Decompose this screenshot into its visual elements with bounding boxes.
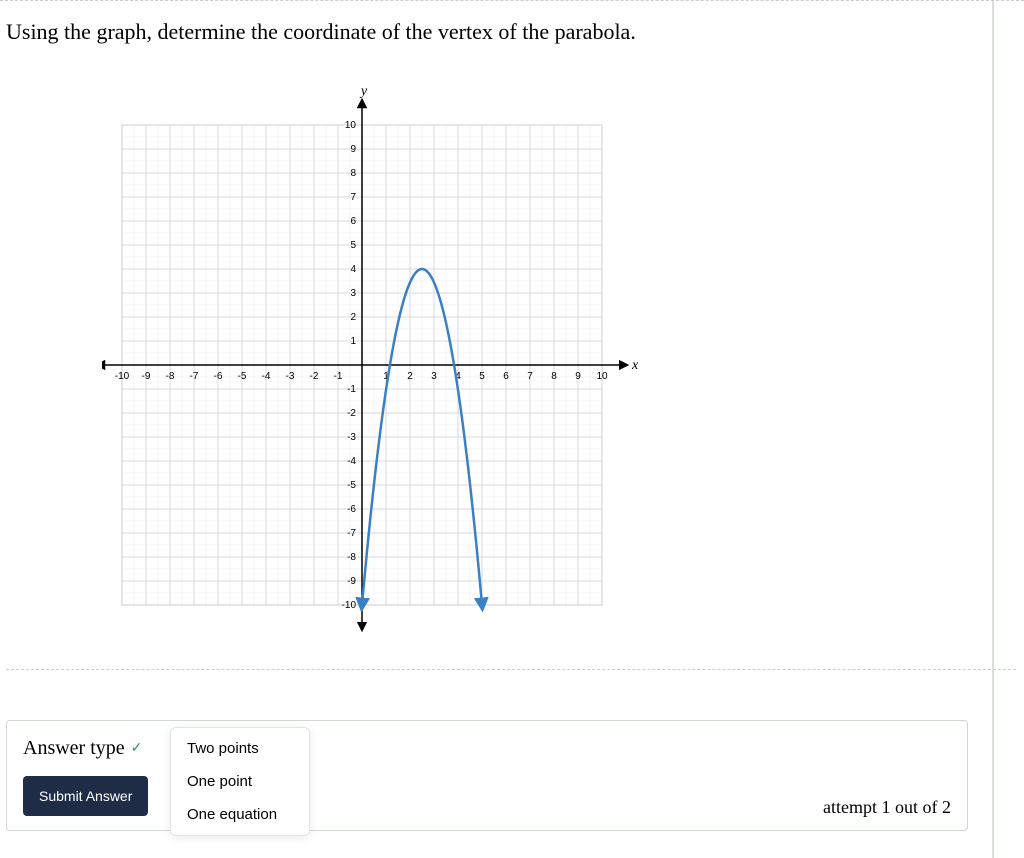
svg-text:-7: -7 [347,528,356,539]
svg-text:8: 8 [350,168,356,179]
right-rule [992,1,994,858]
dropdown-option[interactable]: One point [171,765,309,798]
submit-button[interactable]: Submit Answer [23,776,148,816]
svg-text:7: 7 [350,192,356,203]
svg-text:-2: -2 [347,408,356,419]
svg-text:6: 6 [350,216,356,227]
svg-text:8: 8 [551,371,557,382]
svg-text:y: y [359,85,368,99]
answer-type-label: Answer type [23,737,125,760]
dropdown-option[interactable]: Two points [171,732,309,765]
svg-text:5: 5 [350,240,356,251]
answer-panel: Answer type ✓ Submit Answer Two points O… [6,720,968,831]
svg-text:-6: -6 [214,371,223,382]
svg-text:-3: -3 [286,371,295,382]
svg-text:6: 6 [503,371,509,382]
svg-text:-8: -8 [166,371,175,382]
svg-text:-4: -4 [347,456,356,467]
svg-text:3: 3 [350,288,356,299]
svg-text:9: 9 [575,371,581,382]
svg-text:10: 10 [596,371,608,382]
dropdown-option[interactable]: One equation [171,798,309,831]
svg-text:x: x [631,358,639,373]
svg-text:-8: -8 [347,552,356,563]
svg-text:10: 10 [345,120,357,131]
question-text: Using the graph, determine the coordinat… [6,1,1016,55]
answer-type-row: Answer type ✓ [23,737,951,760]
svg-text:9: 9 [350,144,356,155]
svg-text:-1: -1 [347,384,356,395]
svg-text:-5: -5 [347,480,356,491]
svg-text:4: 4 [350,264,356,275]
check-icon: ✓ [131,740,143,757]
svg-text:-7: -7 [190,371,199,382]
svg-text:5: 5 [479,371,485,382]
plot-area: -10 -9 -8 -7 -6 -5 -4 -3 -2 -1 1 2 3 4 5 6 7 8 9 10 -10 -9 -8 -… [102,85,639,627]
svg-text:-6: -6 [347,504,356,515]
svg-text:-10: -10 [342,600,357,611]
question-area: Using the graph, determine the coordinat… [6,1,1016,670]
svg-text:3: 3 [431,371,437,382]
svg-text:-3: -3 [347,432,356,443]
svg-text:-9: -9 [142,371,151,382]
svg-text:2: 2 [407,371,413,382]
page: Using the graph, determine the coordinat… [0,0,1024,858]
svg-text:1: 1 [350,336,356,347]
svg-text:7: 7 [527,371,533,382]
svg-text:-5: -5 [238,371,247,382]
svg-text:-4: -4 [262,371,271,382]
svg-text:-9: -9 [347,576,356,587]
svg-text:-2: -2 [310,371,319,382]
coordinate-graph: -10 -9 -8 -7 -6 -5 -4 -3 -2 -1 1 2 3 4 5 6 7 8 9 10 -10 -9 -8 -… [102,85,642,645]
answer-type-dropdown[interactable]: Two points One point One equation [170,727,310,836]
graph-container: -10 -9 -8 -7 -6 -5 -4 -3 -2 -1 1 2 3 4 5 6 7 8 9 10 -10 -9 -8 -… [6,55,1016,665]
attempt-counter: attempt 1 out of 2 [823,797,951,818]
svg-text:-10: -10 [115,371,130,382]
svg-text:-1: -1 [334,371,343,382]
svg-text:2: 2 [350,312,356,323]
